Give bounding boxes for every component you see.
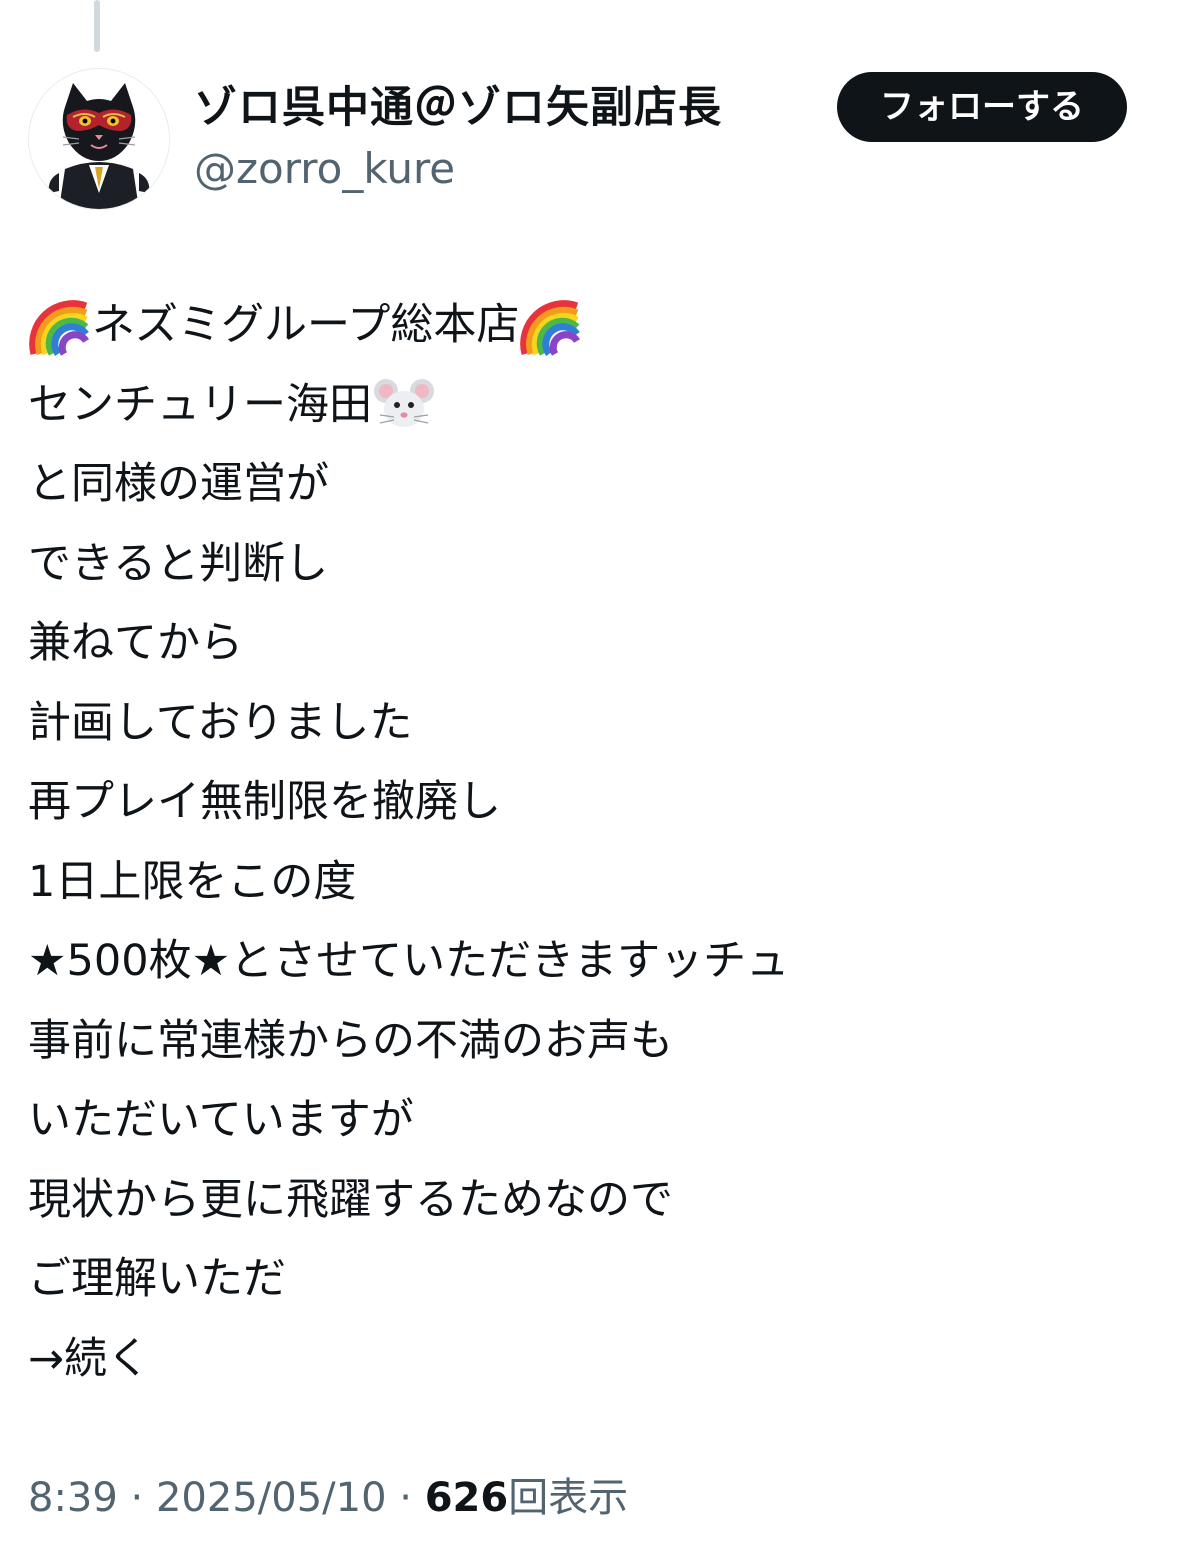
author-handle[interactable]: @zorro_kure	[194, 142, 455, 196]
tweet-line: いただいていますが	[28, 1095, 414, 1145]
tweet-line-text: ネズミグループ総本店	[92, 300, 520, 350]
author-display-name[interactable]: ゾロ呉中通＠ゾロ矢副店長	[194, 80, 722, 136]
tweet-line: 再プレイ無制限を撤廃し	[28, 777, 501, 827]
tweet-line: と同様の運営が	[28, 459, 329, 509]
rainbow-emoji-icon	[28, 294, 92, 358]
meta-separator: ·	[386, 1475, 425, 1521]
black-cat-in-suit-masked-avatar-icon	[29, 69, 169, 209]
tweet-line: できると判断し	[28, 538, 329, 589]
tweet-meta: 8:39 · 2025/05/10 · 626回表示	[28, 1470, 628, 1526]
views-count: 626	[424, 1475, 509, 1521]
tweet-line: 計画しておりました	[28, 697, 413, 748]
tweet-date[interactable]: 2025/05/10	[156, 1475, 387, 1521]
tweet-line: →続く	[28, 1333, 151, 1384]
meta-separator: ·	[117, 1475, 156, 1521]
tweet-line: 事前に常連様からの不満のお声も	[28, 1015, 673, 1066]
tweet-line: ★500枚★とさせていただきますッチュ	[28, 936, 790, 986]
tweet-line: センチュリー海田	[28, 366, 1148, 446]
thread-connector-line	[94, 0, 100, 52]
follow-button[interactable]: フォローする	[837, 72, 1127, 142]
rainbow-emoji-icon	[519, 294, 583, 358]
tweet-line: ご理解いただ	[28, 1254, 286, 1304]
tweet-line-text: センチュリー海田	[28, 379, 372, 430]
views-label: 回表示	[508, 1475, 629, 1521]
avatar[interactable]	[28, 68, 170, 210]
mouse-face-emoji-icon	[372, 373, 436, 437]
tweet-line: ネズミグループ総本店	[28, 286, 1148, 366]
tweet-line: 兼ねてから	[28, 618, 243, 668]
tweet-line: 1日上限をこの度	[28, 856, 357, 907]
tweet-time[interactable]: 8:39	[28, 1475, 118, 1521]
tweet-line: 現状から更に飛躍するためなので	[28, 1174, 673, 1225]
tweet-text: ネズミグループ総本店 センチュリー海田 と同様の運営が できると判断し 兼ねてか…	[28, 286, 1148, 1399]
